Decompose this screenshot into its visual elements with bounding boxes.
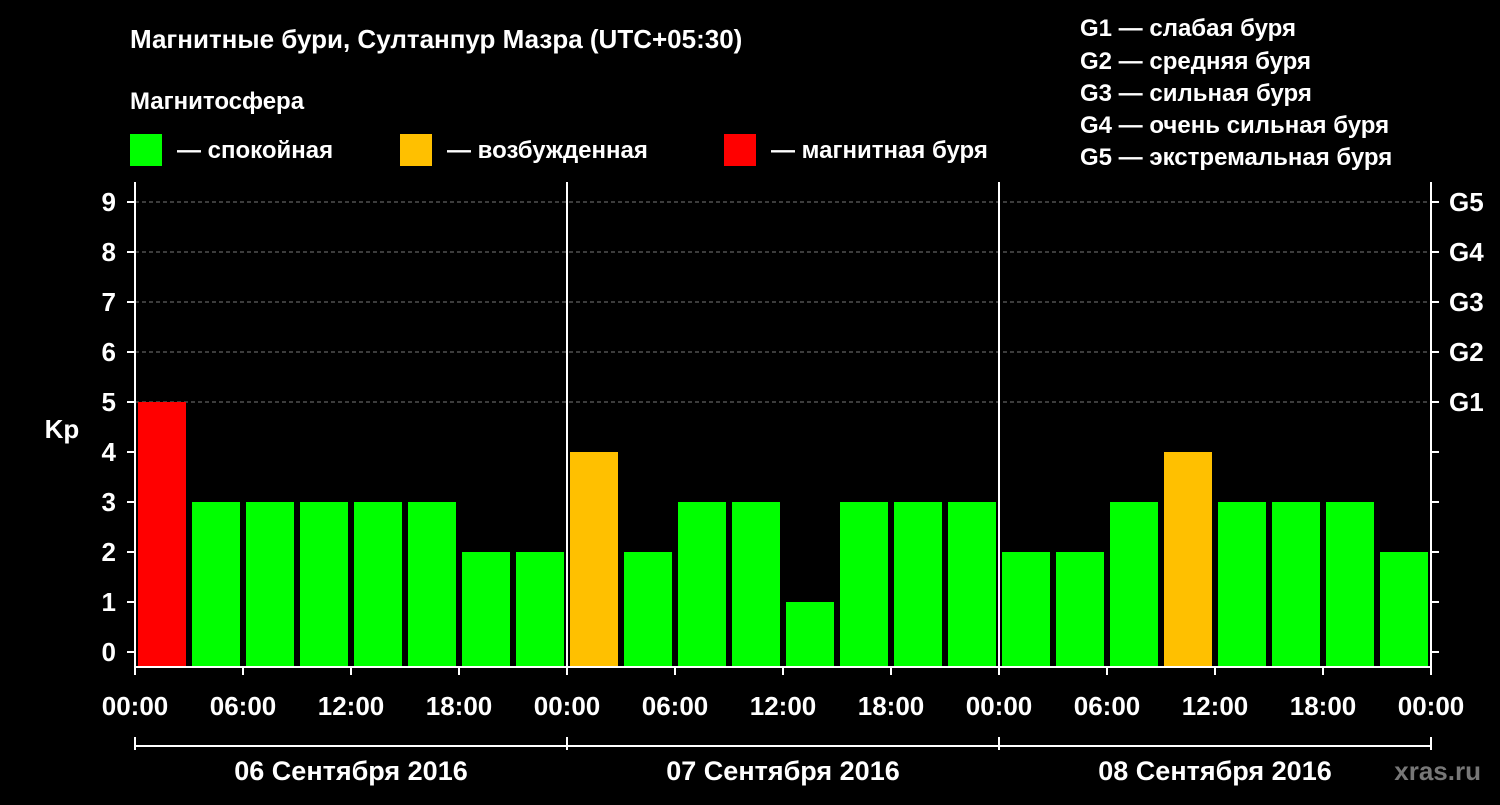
bars <box>138 402 1428 667</box>
x-tick-label-4: 00:00 <box>534 691 601 721</box>
bar-15 <box>948 502 996 667</box>
y-axis-ticks: 0 1 2 3 4 5 6 7 8 9 <box>102 187 135 667</box>
legend-label-quiet: — спокойная <box>177 137 333 164</box>
x-tick-label-12: 00:00 <box>1398 691 1465 721</box>
legend: — спокойная — возбужденная — магнитная б… <box>130 134 988 166</box>
watermark: xras.ru <box>1394 756 1481 786</box>
y-tick-label-6: 6 <box>102 337 116 367</box>
x-tick-label-1: 06:00 <box>210 691 277 721</box>
y-tick-label-2: 2 <box>102 537 116 567</box>
bar-1 <box>192 502 240 667</box>
bar-13 <box>840 502 888 667</box>
x-tick-label-0: 00:00 <box>102 691 169 721</box>
x-tick-label-9: 06:00 <box>1074 691 1141 721</box>
x-tick-label-7: 18:00 <box>858 691 925 721</box>
legend-label-active: — возбужденная <box>447 137 648 164</box>
g-scale-legend: G1 — слабая буря G2 — средняя буря G3 — … <box>1080 15 1392 171</box>
y-tick-label-7: 7 <box>102 287 116 317</box>
y-tick-label-4: 4 <box>102 437 117 467</box>
g-scale-g3: G3 — сильная буря <box>1080 80 1312 107</box>
y-tick-label-0: 0 <box>102 637 116 667</box>
g-scale-g2: G2 — средняя буря <box>1080 48 1311 75</box>
bar-7 <box>516 552 564 667</box>
y-axis-label: Kp <box>45 414 80 444</box>
legend-label-storm: — магнитная буря <box>771 137 988 164</box>
right-tick-label-g5: G5 <box>1449 187 1484 217</box>
bar-21 <box>1272 502 1320 667</box>
bar-4 <box>354 502 402 667</box>
bar-14 <box>894 502 942 667</box>
right-tick-label-g3: G3 <box>1449 287 1484 317</box>
bar-18 <box>1110 502 1158 667</box>
bar-0 <box>138 402 186 667</box>
bar-17 <box>1056 552 1104 667</box>
x-axis-ticks: 00:00 06:00 12:00 18:00 00:00 06:00 12:00 18:00… <box>102 667 1465 721</box>
bar-20 <box>1218 502 1266 667</box>
bar-11 <box>732 502 780 667</box>
y-tick-label-3: 3 <box>102 487 116 517</box>
bar-5 <box>408 502 456 667</box>
g-scale-g5: G5 — экстремальная буря <box>1080 144 1392 171</box>
bar-19 <box>1164 452 1212 667</box>
right-tick-label-g2: G2 <box>1449 337 1484 367</box>
bar-12 <box>786 602 834 667</box>
bar-9 <box>624 552 672 667</box>
right-axis-ticks: G1 G2 G3 G4 G5 <box>1431 187 1484 653</box>
x-tick-label-5: 06:00 <box>642 691 709 721</box>
y-tick-label-1: 1 <box>102 587 116 617</box>
day-label-2: 08 Сентября 2016 <box>1098 756 1331 786</box>
legend-swatch-active <box>400 134 432 166</box>
legend-swatch-quiet <box>130 134 162 166</box>
day-labels: 06 Сентября 2016 07 Сентября 2016 08 Сентя… <box>134 737 1432 786</box>
grid <box>135 201 1431 403</box>
legend-swatch-storm <box>724 134 756 166</box>
x-tick-label-11: 18:00 <box>1290 691 1357 721</box>
chart-title: Магнитные бури, Султанпур Мазра (UTC+05:… <box>130 24 742 54</box>
x-tick-label-2: 12:00 <box>318 691 385 721</box>
x-tick-label-3: 18:00 <box>426 691 493 721</box>
bar-3 <box>300 502 348 667</box>
y-tick-label-5: 5 <box>102 387 116 417</box>
bar-23 <box>1380 552 1428 667</box>
x-tick-label-8: 00:00 <box>966 691 1033 721</box>
right-tick-label-g1: G1 <box>1449 387 1484 417</box>
g-scale-g4: G4 — очень сильная буря <box>1080 112 1389 139</box>
y-tick-label-8: 8 <box>102 237 116 267</box>
bar-8 <box>570 452 618 667</box>
bar-6 <box>462 552 510 667</box>
x-tick-label-6: 12:00 <box>750 691 817 721</box>
bar-2 <box>246 502 294 667</box>
legend-heading: Магнитосфера <box>130 88 305 115</box>
bar-16 <box>1002 552 1050 667</box>
day-label-0: 06 Сентября 2016 <box>234 756 467 786</box>
y-tick-label-9: 9 <box>102 187 116 217</box>
kp-chart: Магнитные бури, Султанпур Мазра (UTC+05:… <box>45 15 1485 786</box>
day-label-1: 07 Сентября 2016 <box>666 756 899 786</box>
x-tick-label-10: 12:00 <box>1182 691 1249 721</box>
bar-10 <box>678 502 726 667</box>
right-tick-label-g4: G4 <box>1449 237 1484 267</box>
bar-22 <box>1326 502 1374 667</box>
g-scale-g1: G1 — слабая буря <box>1080 15 1296 42</box>
